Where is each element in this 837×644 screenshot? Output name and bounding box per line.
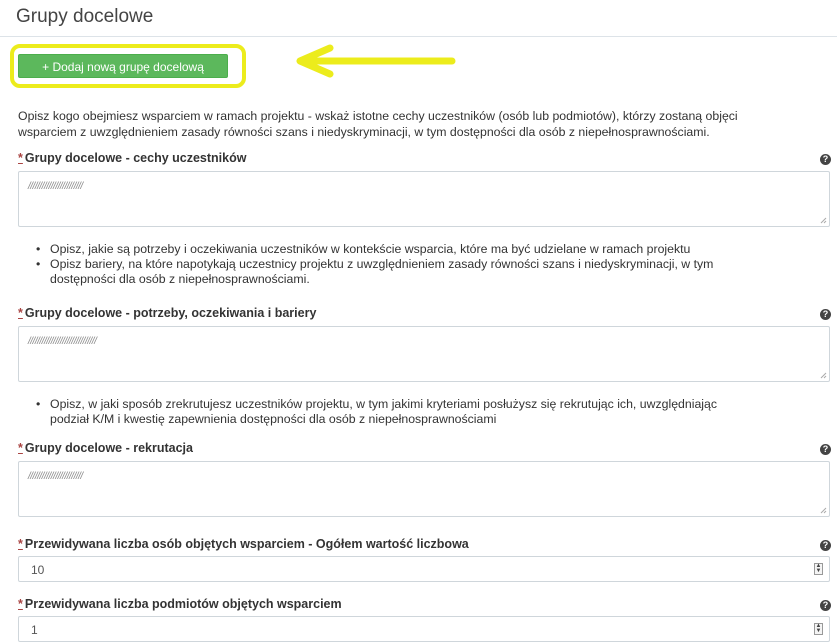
number-spinner-icon[interactable]: ▲ ▼ xyxy=(814,563,823,575)
required-marker: * xyxy=(18,441,23,455)
textarea-potrzeby[interactable]: ////////////////////////////// xyxy=(18,326,830,382)
field-label-cechy: * Grupy docelowe - cechy uczestników xyxy=(18,151,246,165)
add-target-group-button[interactable]: + Dodaj nową grupę docelową xyxy=(18,54,228,78)
field-label-liczba-osob: * Przewidywana liczba osób objętych wspar… xyxy=(18,537,469,551)
field-label-text: Grupy docelowe - rekrutacja xyxy=(24,441,193,455)
resize-grip-icon[interactable] xyxy=(820,507,827,514)
description-line: Opisz kogo obejmiesz wsparciem w ramach … xyxy=(18,109,738,123)
question-circle-icon[interactable]: ? xyxy=(820,444,831,455)
textarea-value: //////////////////////// xyxy=(28,181,83,192)
hint-list-rekrutacja: Opisz, w jaki sposób zrekrutujesz uczest… xyxy=(36,397,826,427)
textarea-value: //////////////////////// xyxy=(28,471,83,482)
textarea-cechy[interactable]: //////////////////////// xyxy=(18,171,830,227)
field-label-text: Przewidywana liczba osób objętych wsparc… xyxy=(24,537,469,551)
hint-item: Opisz, w jaki sposób zrekrutujesz uczest… xyxy=(36,397,826,427)
hint-item: Opisz bariery, na które napotykają uczes… xyxy=(36,257,826,287)
question-circle-icon[interactable]: ? xyxy=(820,309,831,320)
textarea-rekrutacja[interactable]: //////////////////////// xyxy=(18,461,830,517)
description-line: wsparciem z uwzględnieniem zasady równoś… xyxy=(18,125,710,139)
textarea-value: ////////////////////////////// xyxy=(28,336,97,347)
number-input-value: 1 xyxy=(31,623,38,637)
hint-text: dostępności dla osób z niepełnosprawnośc… xyxy=(50,272,310,286)
required-marker: * xyxy=(18,151,23,165)
field-label-text: Grupy docelowe - cechy uczestników xyxy=(24,151,247,165)
question-circle-icon[interactable]: ? xyxy=(820,600,831,611)
hint-text: podział K/M i kwestię zapewnienia dostęp… xyxy=(50,412,497,426)
hint-text: Opisz bariery, na które napotykają uczes… xyxy=(50,257,714,271)
required-marker: * xyxy=(18,597,23,611)
hint-list-potrzeby: Opisz, jakie są potrzeby i oczekiwania u… xyxy=(36,242,826,287)
number-input-liczba-osob[interactable]: 10 ▲ ▼ xyxy=(18,556,830,582)
arrow-left-icon xyxy=(296,44,456,78)
field-label-text: Przewidywana liczba podmiotów objętych w… xyxy=(24,597,342,611)
required-marker: * xyxy=(18,537,23,551)
title-divider xyxy=(0,36,837,37)
field-label-text: Grupy docelowe - potrzeby, oczekiwania i… xyxy=(24,306,317,320)
section-description: Opisz kogo obejmiesz wsparciem w ramach … xyxy=(18,108,830,140)
field-label-liczba-podmiotow: * Przewidywana liczba podmiotów objętych … xyxy=(18,597,342,611)
question-circle-icon[interactable]: ? xyxy=(820,154,831,165)
question-circle-icon[interactable]: ? xyxy=(820,540,831,551)
number-spinner-icon[interactable]: ▲ ▼ xyxy=(814,623,823,635)
number-input-liczba-podmiotow[interactable]: 1 ▲ ▼ xyxy=(18,616,830,642)
hint-item: Opisz, jakie są potrzeby i oczekiwania u… xyxy=(36,242,826,257)
number-input-value: 10 xyxy=(31,563,45,577)
required-marker: * xyxy=(18,306,23,320)
resize-grip-icon[interactable] xyxy=(820,217,827,224)
resize-grip-icon[interactable] xyxy=(820,372,827,379)
field-label-rekrutacja: * Grupy docelowe - rekrutacja xyxy=(18,441,193,455)
page-title: Grupy docelowe xyxy=(16,6,154,27)
hint-text: Opisz, w jaki sposób zrekrutujesz uczest… xyxy=(50,397,717,411)
field-label-potrzeby: * Grupy docelowe - potrzeby, oczekiwania … xyxy=(18,306,316,320)
